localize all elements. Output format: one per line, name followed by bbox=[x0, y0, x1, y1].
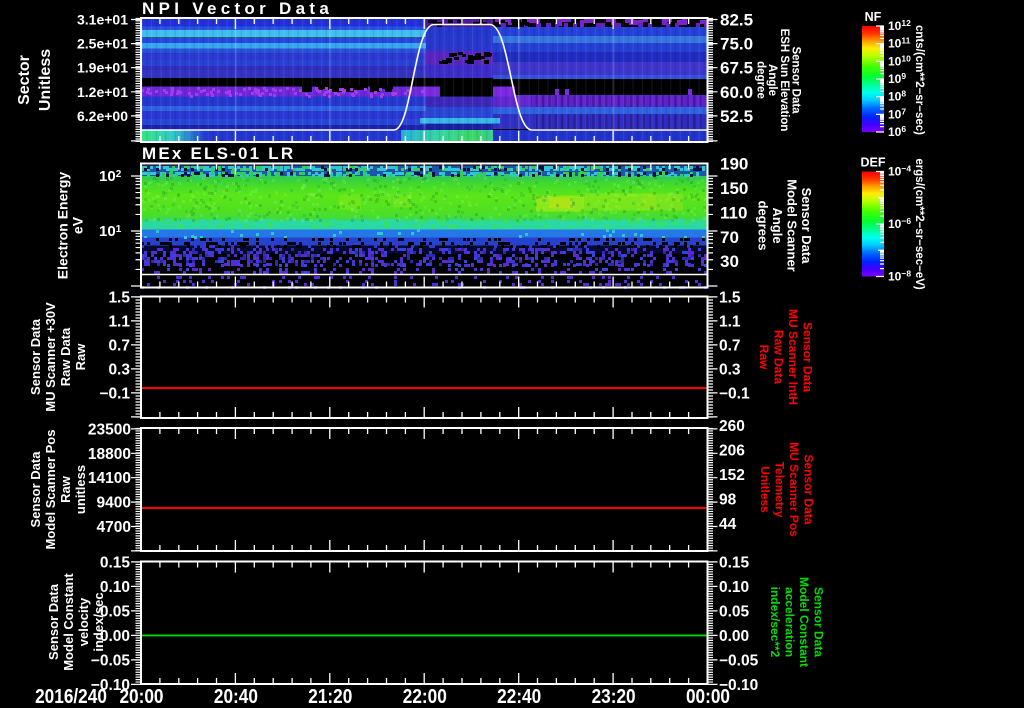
svg-text:0.7: 0.7 bbox=[108, 337, 130, 354]
svg-text:22:40: 22:40 bbox=[497, 686, 541, 708]
svg-text:Angle: Angle bbox=[770, 207, 785, 243]
svg-text:Electron Energy: Electron Energy bbox=[54, 172, 70, 280]
svg-text:2016/240: 2016/240 bbox=[35, 686, 107, 708]
svg-text:23500: 23500 bbox=[88, 421, 131, 438]
svg-text:Angle: Angle bbox=[766, 64, 778, 96]
svg-text:Sensor Data: Sensor Data bbox=[812, 587, 826, 657]
svg-text:1.5: 1.5 bbox=[108, 289, 130, 306]
svg-text:Sensor Data: Sensor Data bbox=[46, 583, 61, 660]
svg-text:−0.1: −0.1 bbox=[99, 385, 130, 402]
svg-text:98: 98 bbox=[719, 492, 737, 509]
svg-text:4700: 4700 bbox=[97, 519, 131, 536]
svg-text:Model Constant: Model Constant bbox=[61, 573, 76, 671]
svg-text:Sensor Data: Sensor Data bbox=[790, 46, 802, 114]
svg-text:0.15: 0.15 bbox=[100, 554, 131, 571]
svg-text:Sensor Data: Sensor Data bbox=[28, 318, 43, 395]
svg-text:67.5: 67.5 bbox=[720, 59, 753, 78]
svg-text:−0.05: −0.05 bbox=[91, 652, 131, 669]
svg-text:70: 70 bbox=[720, 228, 739, 247]
svg-text:152: 152 bbox=[719, 467, 745, 484]
svg-text:ESH Sun Elevation: ESH Sun Elevation bbox=[778, 29, 790, 132]
svg-text:degree: degree bbox=[754, 61, 766, 99]
svg-text:Raw: Raw bbox=[757, 345, 771, 370]
svg-text:22:00: 22:00 bbox=[403, 686, 447, 708]
svg-text:6.2e+00: 6.2e+00 bbox=[77, 108, 128, 124]
svg-text:14100: 14100 bbox=[88, 470, 131, 487]
svg-text:75.0: 75.0 bbox=[720, 35, 753, 54]
svg-text:0.05: 0.05 bbox=[719, 603, 750, 620]
svg-text:190: 190 bbox=[720, 155, 748, 174]
svg-text:60.0: 60.0 bbox=[720, 83, 753, 102]
svg-text:Model Scanner Pos: Model Scanner Pos bbox=[43, 430, 58, 550]
svg-text:velocity: velocity bbox=[76, 597, 91, 646]
svg-text:20:40: 20:40 bbox=[214, 686, 258, 708]
svg-text:MU Scanner +30V: MU Scanner +30V bbox=[43, 302, 58, 412]
svg-text:23:20: 23:20 bbox=[592, 686, 636, 708]
svg-text:20:00: 20:00 bbox=[119, 686, 163, 708]
svg-text:1.1: 1.1 bbox=[108, 313, 130, 330]
svg-text:Sensor Data: Sensor Data bbox=[28, 451, 43, 528]
svg-text:0.10: 0.10 bbox=[719, 579, 749, 596]
svg-text:Model Constant: Model Constant bbox=[797, 577, 811, 667]
svg-text:MU Scanner Pos: MU Scanner Pos bbox=[787, 442, 801, 537]
svg-text:unitless: unitless bbox=[73, 465, 88, 514]
svg-text:NPI Vector Data: NPI Vector Data bbox=[142, 0, 333, 18]
svg-text:Sensor Data: Sensor Data bbox=[801, 322, 815, 392]
svg-text:Sensor Data: Sensor Data bbox=[799, 188, 814, 265]
svg-text:MEx ELS-01 LR: MEx ELS-01 LR bbox=[142, 144, 295, 163]
svg-text:Raw Data: Raw Data bbox=[772, 330, 786, 384]
svg-text:DEF: DEF bbox=[861, 156, 886, 170]
svg-text:0.15: 0.15 bbox=[719, 554, 750, 571]
svg-text:1.1: 1.1 bbox=[719, 313, 741, 330]
svg-text:Raw: Raw bbox=[73, 343, 88, 371]
svg-text:30: 30 bbox=[720, 252, 739, 271]
svg-text:1.9e+01: 1.9e+01 bbox=[77, 60, 128, 76]
svg-text:index/sec**2: index/sec**2 bbox=[768, 587, 782, 658]
svg-text:52.5: 52.5 bbox=[720, 107, 753, 126]
svg-text:index/sec: index/sec bbox=[91, 592, 106, 651]
svg-text:Sector: Sector bbox=[16, 55, 33, 105]
svg-text:Unitless: Unitless bbox=[37, 49, 54, 111]
svg-text:2.5e+01: 2.5e+01 bbox=[77, 36, 128, 52]
svg-text:Raw: Raw bbox=[58, 475, 73, 503]
svg-text:−0.05: −0.05 bbox=[719, 652, 759, 669]
svg-text:NF: NF bbox=[865, 10, 882, 24]
svg-text:MU Scanner IntH: MU Scanner IntH bbox=[786, 309, 800, 405]
svg-text:3.1e+01: 3.1e+01 bbox=[77, 12, 128, 28]
svg-text:0.3: 0.3 bbox=[108, 361, 130, 378]
svg-text:18800: 18800 bbox=[88, 446, 131, 463]
svg-text:cnts/(cm**2−sr−sec): cnts/(cm**2−sr−sec) bbox=[913, 25, 925, 135]
svg-text:21:20: 21:20 bbox=[308, 686, 352, 708]
svg-text:Model Scanner: Model Scanner bbox=[785, 179, 800, 271]
svg-text:Sensor Data: Sensor Data bbox=[802, 454, 816, 524]
svg-text:00:00: 00:00 bbox=[686, 686, 730, 708]
svg-text:1.5: 1.5 bbox=[719, 289, 741, 306]
svg-text:110: 110 bbox=[720, 203, 747, 222]
svg-text:0.7: 0.7 bbox=[719, 337, 741, 354]
svg-text:44: 44 bbox=[719, 516, 737, 533]
svg-text:0.00: 0.00 bbox=[719, 628, 749, 645]
svg-text:150: 150 bbox=[720, 179, 748, 198]
svg-text:Raw Data: Raw Data bbox=[58, 327, 73, 386]
svg-text:260: 260 bbox=[719, 418, 745, 435]
svg-text:degrees: degrees bbox=[756, 201, 771, 251]
svg-text:0.3: 0.3 bbox=[719, 361, 741, 378]
svg-text:ergs/(cm**2−sr−sec−eV): ergs/(cm**2−sr−sec−eV) bbox=[913, 158, 925, 290]
svg-text:Telemetry: Telemetry bbox=[773, 462, 787, 518]
svg-text:206: 206 bbox=[719, 443, 745, 460]
svg-text:−0.1: −0.1 bbox=[719, 385, 750, 402]
svg-text:acceleration: acceleration bbox=[783, 587, 797, 657]
svg-text:Unitless: Unitless bbox=[758, 466, 772, 513]
svg-text:9400: 9400 bbox=[97, 495, 131, 512]
svg-text:1.2e+01: 1.2e+01 bbox=[77, 84, 128, 100]
svg-text:82.5: 82.5 bbox=[720, 11, 753, 30]
svg-text:eV: eV bbox=[69, 216, 85, 234]
